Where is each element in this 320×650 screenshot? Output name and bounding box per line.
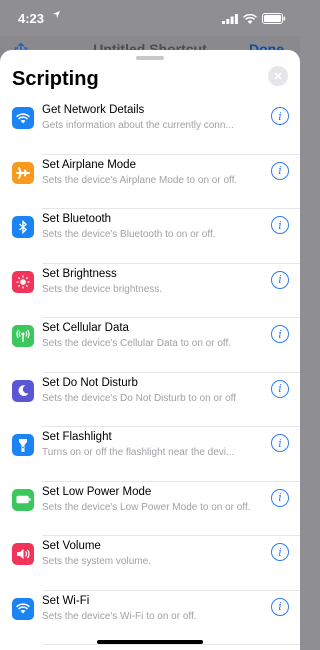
action-subtitle: Sets the device's Bluetooth to on or off… [42, 229, 216, 240]
info-icon[interactable]: i [271, 488, 289, 507]
flashlight-icon [12, 434, 34, 456]
action-subtitle: Sets the device's Wi-Fi to on or off. [42, 610, 197, 622]
wifi-icon [12, 107, 34, 129]
action-title: Set Do Not Disturb [42, 376, 138, 389]
action-subtitle: Gets information about the currently con… [42, 120, 234, 131]
action-row[interactable]: Set Wi-Fi Sets the device's Wi-Fi to on o… [0, 591, 300, 646]
wifi-icon [12, 597, 34, 620]
action-subtitle: Sets the device's Airplane Mode to on or… [42, 174, 238, 186]
action-title: Set Cellular Data [42, 322, 129, 334]
info-icon[interactable]: i [271, 216, 289, 234]
signal-icon [222, 12, 238, 27]
info-icon[interactable]: i [271, 161, 289, 180]
action-subtitle: Sets the system volume. [42, 556, 151, 567]
action-row[interactable]: Set Airplane Mode Sets the device's Airpl… [0, 155, 300, 210]
battery-status-icon [262, 12, 286, 27]
sheet-title: Scripting [12, 68, 99, 90]
info-icon[interactable]: i [271, 325, 289, 343]
close-button[interactable] [268, 66, 288, 86]
info-icon[interactable]: i [271, 434, 289, 452]
action-row[interactable]: Set Bluetooth Sets the device's Bluetooth… [0, 209, 300, 264]
action-title: Set Low Power Mode [42, 485, 152, 498]
action-row[interactable]: Set Flashlight Turns on or off the flashl… [0, 427, 300, 482]
status-bar: 4:23 [0, 0, 300, 36]
status-indicators [222, 12, 286, 27]
info-icon[interactable]: i [271, 543, 289, 561]
status-time: 4:23 [18, 11, 45, 26]
home-indicator[interactable] [97, 640, 203, 644]
action-subtitle: Sets the device's Do Not Disturb to on o… [42, 392, 237, 404]
action-subtitle: Sets the device brightness. [42, 283, 163, 295]
brightness-icon [12, 270, 34, 293]
action-title: Set Wi-Fi [42, 594, 90, 607]
cellular-icon [12, 325, 34, 347]
battery-icon [12, 488, 34, 511]
action-row[interactable]: Set Cellular Data Sets the device's Cellu… [0, 318, 300, 373]
action-title: Set Airplane Mode [42, 158, 136, 171]
action-row[interactable]: Set Low Power Mode Sets the device's Low … [0, 482, 300, 537]
bluetooth-icon [12, 216, 34, 238]
action-title: Set Flashlight [42, 431, 112, 443]
action-title: Get Network Details [42, 104, 145, 116]
action-row[interactable]: Set Do Not Disturb Sets the device's Do N… [0, 373, 300, 428]
action-list: Get Network Details Gets information abou… [0, 100, 300, 645]
wifi-status-icon [243, 12, 257, 27]
action-row[interactable]: Get Network Details Gets information abou… [0, 100, 300, 155]
location-arrow-icon [52, 10, 61, 22]
action-sheet: Scripting Get Network Details Gets inform… [0, 50, 300, 650]
info-icon[interactable]: i [271, 270, 289, 289]
speaker-icon [12, 543, 34, 565]
sheet-grabber[interactable] [136, 56, 164, 60]
info-icon[interactable]: i [271, 379, 289, 398]
action-row[interactable]: Set Brightness Sets the device brightness… [0, 264, 300, 319]
action-row[interactable]: Set Volume Sets the system volume. i [0, 536, 300, 591]
airplane-icon [12, 161, 34, 184]
action-subtitle: Sets the device's Cellular Data to on or… [42, 338, 232, 349]
info-icon[interactable]: i [271, 597, 289, 616]
info-icon[interactable]: i [271, 107, 289, 125]
action-title: Set Bluetooth [42, 213, 112, 225]
action-subtitle: Sets the device's Low Power Mode to on o… [42, 501, 251, 513]
close-icon [274, 67, 282, 85]
action-subtitle: Turns on or off the flashlight near the … [42, 447, 235, 458]
action-title: Set Brightness [42, 267, 117, 280]
moon-icon [12, 379, 34, 402]
action-title: Set Volume [42, 540, 101, 552]
